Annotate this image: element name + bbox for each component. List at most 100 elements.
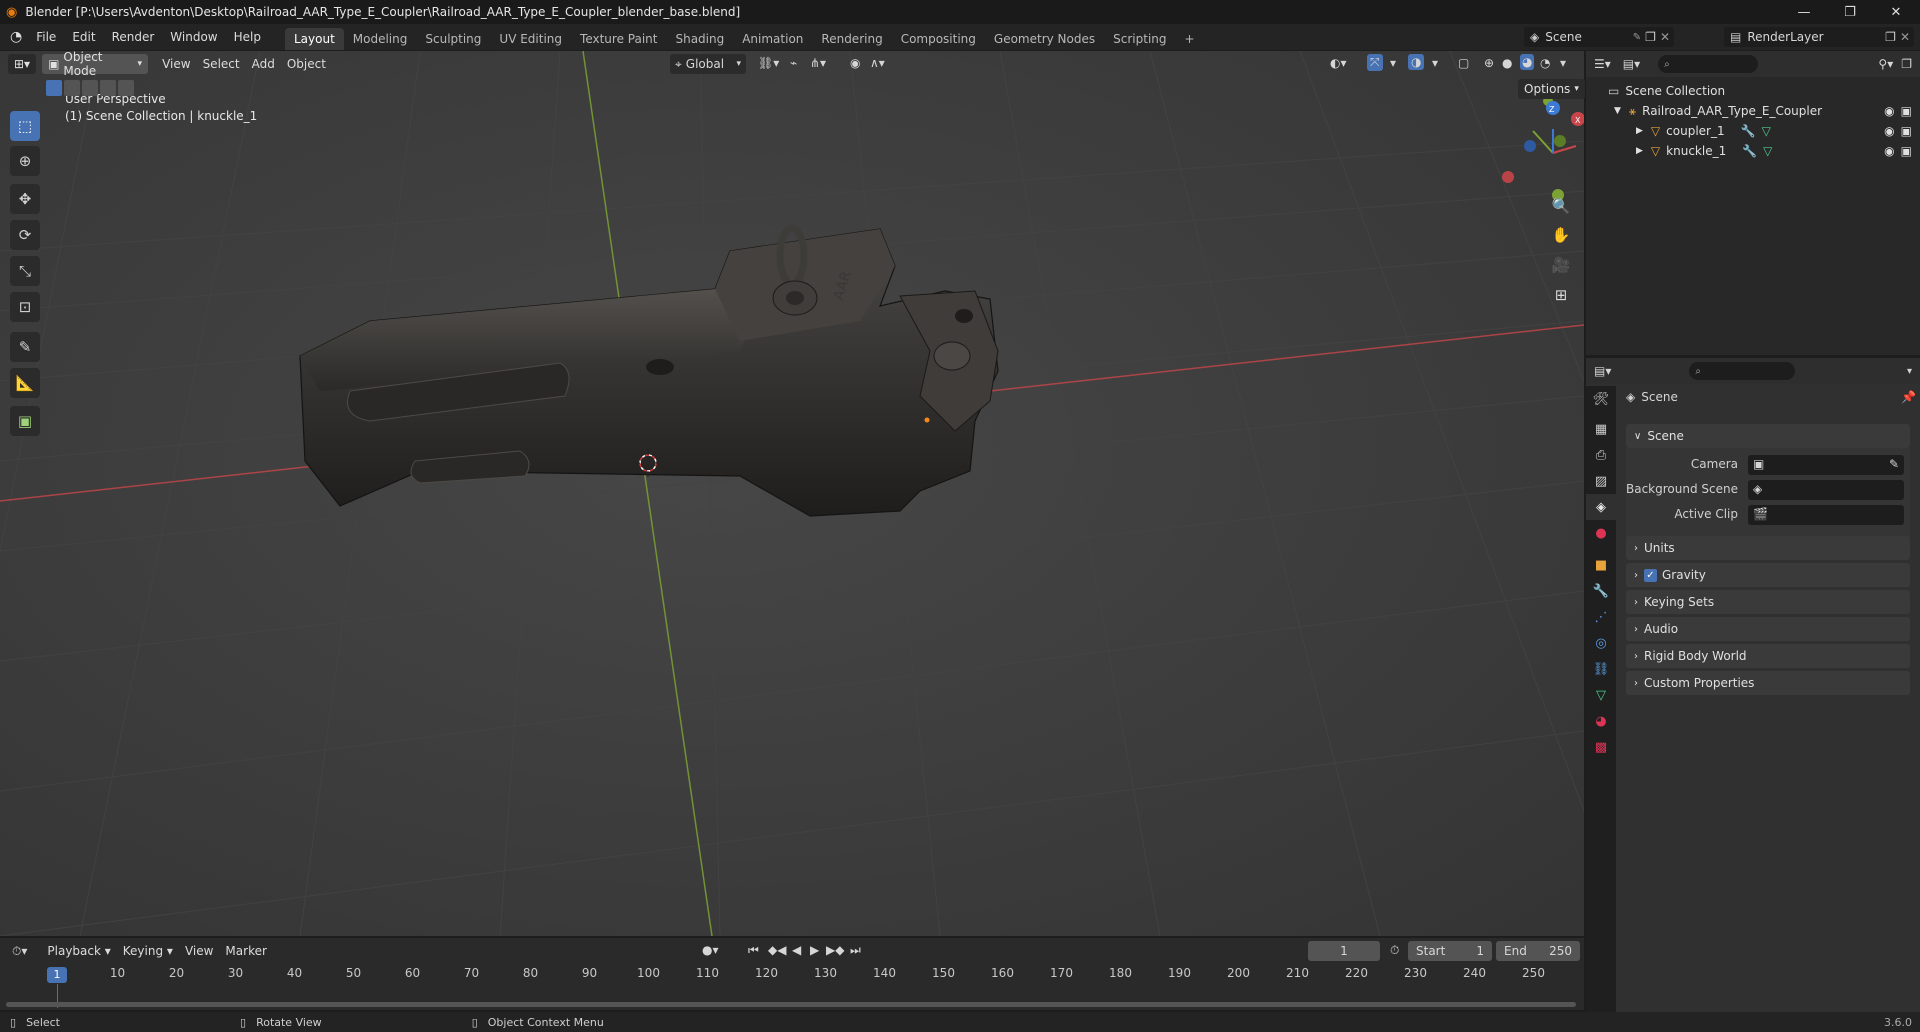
play-reverse-icon[interactable]: ◀ <box>792 943 801 957</box>
jump-keyframe-back-icon[interactable]: ◆◀ <box>768 943 786 957</box>
copy-layer-icon[interactable]: ❐ <box>1885 30 1896 44</box>
visibility-icon[interactable]: ◐▾ <box>1330 56 1347 70</box>
snap-target-icon[interactable]: ⋔▾ <box>810 56 826 70</box>
expand-arrow-icon[interactable]: ▶ <box>1636 126 1643 136</box>
texture-tab[interactable]: ▩ <box>1586 734 1616 760</box>
properties-search-input[interactable]: ⌕ <box>1689 362 1796 380</box>
rendered-shading-icon[interactable]: ◔ <box>1540 56 1550 70</box>
gizmo-dropdown-icon[interactable]: ▾ <box>1390 56 1396 70</box>
gravity-section-header[interactable]: › ✓ Gravity <box>1626 563 1910 587</box>
ortho-toggle-button[interactable]: ⊞ <box>1548 282 1574 308</box>
menu-window[interactable]: Window <box>162 30 225 44</box>
eye-icon[interactable]: ◉ <box>1884 104 1894 118</box>
tab-rendering[interactable]: Rendering <box>812 28 891 50</box>
select-subtract-icon[interactable] <box>82 80 98 96</box>
menu-edit[interactable]: Edit <box>64 30 103 44</box>
tab-modeling[interactable]: Modeling <box>344 28 417 50</box>
start-frame-field[interactable]: Start 1 <box>1408 941 1492 961</box>
eyedropper-icon[interactable]: ✎ <box>1889 457 1899 471</box>
outliner-row-knuckle[interactable]: ▶ ▽ knuckle_1 🔧 ▽ ◉ ▣ <box>1586 141 1920 161</box>
custom-properties-section-header[interactable]: › Custom Properties <box>1626 671 1910 695</box>
world-tab[interactable]: ● <box>1586 520 1616 546</box>
new-collection-icon[interactable]: ❐ <box>1901 57 1912 71</box>
properties-editor-icon[interactable]: ▤▾ <box>1594 364 1611 378</box>
pin-icon[interactable]: ✎ <box>1633 32 1641 43</box>
output-tab[interactable]: ⎙ <box>1586 442 1616 468</box>
scene-tab[interactable]: ◈ <box>1586 494 1616 520</box>
scene-selector[interactable]: ◈ Scene ✎ ❐ ✕ <box>1524 27 1674 47</box>
scale-tool[interactable]: ⤡ <box>10 256 40 286</box>
mode-dropdown[interactable]: ▣ Object Mode ▾ <box>42 50 149 78</box>
viewport-menu-add[interactable]: Add <box>246 57 281 71</box>
data-tab[interactable]: ▽ <box>1586 682 1616 708</box>
jump-start-icon[interactable]: ⏮ <box>748 943 759 958</box>
camera-view-button[interactable]: 🎥 <box>1548 252 1574 278</box>
keying-menu[interactable]: Keying ▾ <box>117 944 179 958</box>
play-icon[interactable]: ▶ <box>810 943 819 957</box>
outliner-search-input[interactable]: ⌕ <box>1658 55 1759 73</box>
viewport-canvas[interactable]: AAR Z X <box>0 51 1584 936</box>
units-section-header[interactable]: › Units <box>1626 536 1910 560</box>
outliner-row-collection[interactable]: ▼ ⚹ Railroad_AAR_Type_E_Coupler ◉ ▣ <box>1586 101 1920 121</box>
pan-button[interactable]: ✋ <box>1548 222 1574 248</box>
tab-texture-paint[interactable]: Texture Paint <box>571 28 666 50</box>
gizmo-toggle-icon[interactable]: ⤧ <box>1367 54 1383 71</box>
rigid-body-world-section-header[interactable]: › Rigid Body World <box>1626 644 1910 668</box>
playback-menu[interactable]: Playback ▾ <box>41 944 116 958</box>
render-layer-selector[interactable]: ▤ RenderLayer ❐ ✕ <box>1724 27 1914 47</box>
marker-menu[interactable]: Marker <box>219 944 272 958</box>
particles-tab[interactable]: ⋰ <box>1586 604 1616 630</box>
gravity-checkbox[interactable]: ✓ <box>1644 568 1657 582</box>
frame-ruler[interactable]: 1 10 20 30 40 50 60 70 80 90 100 110 120… <box>0 966 1584 984</box>
render-tab[interactable]: ▦ <box>1586 416 1616 442</box>
scene-section-header[interactable]: ∨ Scene <box>1626 424 1910 448</box>
timeline-editor-icon[interactable]: ⏱▾ <box>12 944 27 959</box>
camera-render-icon[interactable]: ▣ <box>1901 104 1912 118</box>
display-mode-icon[interactable]: ▤▾ <box>1623 57 1640 71</box>
audio-section-header[interactable]: › Audio <box>1626 617 1910 641</box>
copy-scene-icon[interactable]: ❐ <box>1645 30 1656 44</box>
tab-geometry-nodes[interactable]: Geometry Nodes <box>985 28 1104 50</box>
viewport-menu-view[interactable]: View <box>156 57 196 71</box>
chevron-down-icon[interactable]: ▾ <box>1907 366 1912 377</box>
outliner-row-scene-collection[interactable]: ▭ Scene Collection <box>1586 81 1920 101</box>
move-tool[interactable]: ✥ <box>10 184 40 214</box>
material-preview-icon[interactable]: ◕ <box>1520 54 1535 70</box>
tab-sculpting[interactable]: Sculpting <box>416 28 490 50</box>
eye-icon[interactable]: ◉ <box>1884 124 1894 138</box>
delete-layer-icon[interactable]: ✕ <box>1900 30 1910 44</box>
blender-menu-icon[interactable]: ◔ <box>10 29 22 45</box>
tab-shading[interactable]: Shading <box>666 28 733 50</box>
physics-tab[interactable]: ◎ <box>1586 630 1616 656</box>
tab-compositing[interactable]: Compositing <box>892 28 985 50</box>
annotate-tool[interactable]: ✎ <box>10 332 40 362</box>
active-clip-field[interactable]: 🎬 <box>1748 505 1904 525</box>
timeline-view-menu[interactable]: View <box>179 944 219 958</box>
viewport-menu-object[interactable]: Object <box>281 57 332 71</box>
camera-render-icon[interactable]: ▣ <box>1901 124 1912 138</box>
proportional-editing-icon[interactable]: ◉ <box>850 56 860 70</box>
jump-keyframe-forward-icon[interactable]: ▶◆ <box>826 943 844 957</box>
menu-render[interactable]: Render <box>104 30 163 44</box>
minimize-button[interactable]: — <box>1781 0 1827 24</box>
object-tab[interactable]: ■ <box>1586 552 1616 578</box>
playhead[interactable]: 1 <box>47 967 67 983</box>
tab-animation[interactable]: Animation <box>733 28 812 50</box>
measure-tool[interactable]: 📐 <box>10 368 40 398</box>
outliner-row-coupler[interactable]: ▶ ▽ coupler_1 🔧 ▽ ◉ ▣ <box>1586 121 1920 141</box>
falloff-icon[interactable]: ∧▾ <box>870 56 885 70</box>
constraints-tab[interactable]: ⛓ <box>1586 656 1616 682</box>
current-frame-field[interactable]: 1 <box>1308 941 1380 961</box>
camera-field[interactable]: ▣ ✎ <box>1748 455 1904 475</box>
expand-arrow-icon[interactable]: ▼ <box>1614 106 1621 116</box>
view-layer-tab[interactable]: ▨ <box>1586 468 1616 494</box>
close-button[interactable]: ✕ <box>1873 0 1919 24</box>
overlays-toggle-icon[interactable]: ◑ <box>1408 54 1425 70</box>
camera-render-icon[interactable]: ▣ <box>1901 144 1912 158</box>
background-scene-field[interactable]: ◈ <box>1748 480 1904 500</box>
cursor-tool[interactable]: ⊕ <box>10 146 40 176</box>
transform-tool[interactable]: ⊡ <box>10 292 40 322</box>
select-new-icon[interactable] <box>46 80 62 96</box>
filter-icon[interactable]: ⚲▾ <box>1878 57 1893 71</box>
add-cube-tool[interactable]: ▣ <box>10 406 40 436</box>
